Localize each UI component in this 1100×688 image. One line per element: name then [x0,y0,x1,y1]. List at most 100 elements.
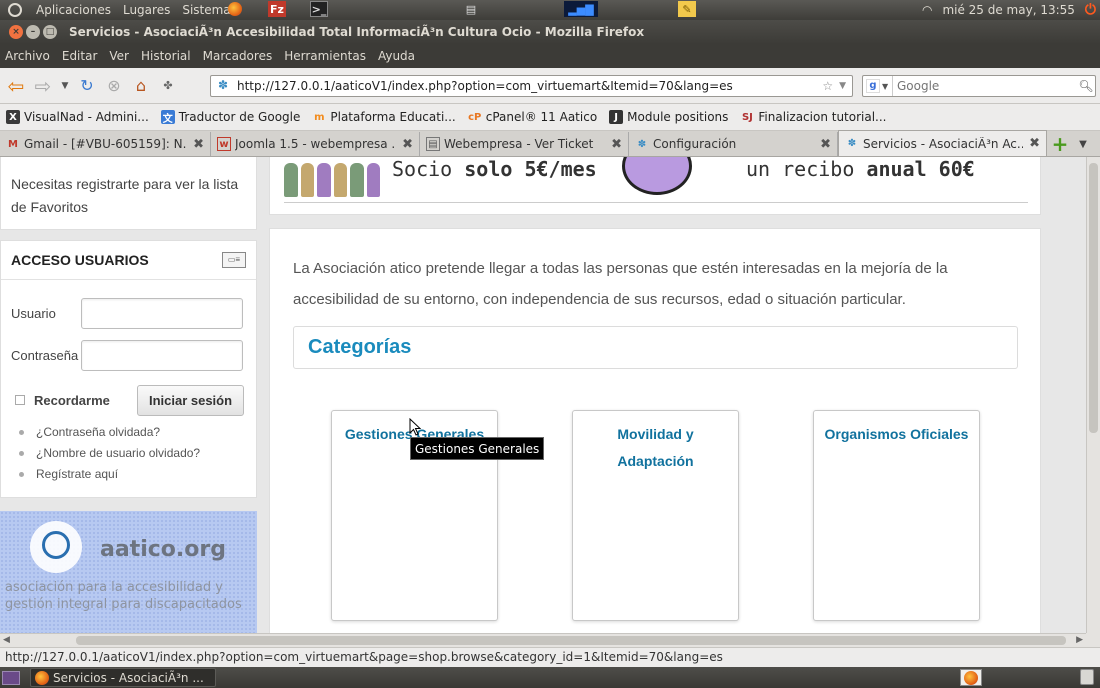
bullet-icon [19,430,24,435]
login-title: ACCESO USUARIOS [11,252,149,268]
show-desktop-icon[interactable] [2,670,20,685]
tab-strip: M Gmail - [#VBU-605159]: N... ✖ w Joomla… [0,130,1100,157]
bookmark-label: VisualNad - Admini... [24,110,149,124]
page-viewport[interactable]: Necesitas registrarte para ver la lista … [0,157,1086,633]
stop-icon[interactable]: ⊗ [103,75,125,97]
url-bar[interactable]: ✽ http://127.0.0.1/aaticoV1/index.php?op… [210,75,853,97]
bookmark-label: Traductor de Google [178,110,301,124]
url-dropdown-icon[interactable]: ▼ [839,81,846,91]
menu-editar[interactable]: Editar [62,49,98,63]
firefox-launcher-icon[interactable] [226,1,244,17]
trash-icon[interactable] [1080,669,1094,685]
bookmark-finalizacion[interactable]: SJ Finalizacion tutorial... [740,110,887,124]
terminal-launcher-icon[interactable]: >_ [310,1,328,17]
password-field[interactable] [81,339,243,371]
vertical-scroll-thumb[interactable] [1089,163,1098,433]
window-titlebar[interactable]: × – □ Servicios - AsociaciÃ³n Accesibili… [0,20,1100,44]
horizontal-scrollbar[interactable]: ◀ ▶ [0,633,1086,647]
menu-historial[interactable]: Historial [141,49,191,63]
login-button[interactable]: Iniciar sesión [137,384,244,416]
minimize-window-icon[interactable]: – [26,25,40,39]
vertical-scrollbar[interactable] [1086,157,1100,633]
mascot-illustration [622,157,692,195]
password-row: Contraseña [1,334,256,376]
search-bar[interactable]: g ▼ 🔍︎ [862,75,1096,97]
close-tab-icon[interactable]: ✖ [193,137,204,152]
filezilla-launcher-icon[interactable]: Fz [268,1,286,17]
reload-icon[interactable]: ↻ [76,75,98,97]
category-card-organismos[interactable]: Organismos Oficiales [813,410,980,621]
main-content: La Asociación atico pretende llegar a to… [269,228,1041,633]
bookmark-traductor[interactable]: 文 Traductor de Google [160,110,301,125]
bookmark-cpanel[interactable]: cP cPanel® 11 Aatico [468,110,597,124]
menu-marcadores[interactable]: Marcadores [203,49,273,63]
tab-servicios[interactable]: ✽ Servicios - AsociaciÃ³n Ac... ✖ [838,130,1047,156]
aatico-banner[interactable]: aatico.org asociación para la accesibili… [0,511,257,633]
menu-aplicaciones[interactable]: Aplicaciones [36,3,111,17]
menu-lugares[interactable]: Lugares [123,3,170,17]
bookmark-module-positions[interactable]: J Module positions [609,110,728,124]
google-icon: g [866,79,880,93]
ubuntu-logo-icon[interactable] [8,3,22,17]
site-icon: ✽ [847,138,857,149]
bookmark-visualnad[interactable]: X VisualNad - Admini... [6,110,149,124]
menu-ayuda[interactable]: Ayuda [378,49,415,63]
history-dropdown-icon[interactable]: ▼ [59,75,71,97]
menu-archivo[interactable]: Archivo [5,49,50,63]
forward-arrow-icon[interactable]: ⇨ [32,74,54,98]
category-card-movilidad[interactable]: Movilidad y Adaptación [572,410,739,621]
window-controls: × – □ [0,25,57,39]
power-icon[interactable]: ⏻ [1085,2,1096,18]
scroll-right-arrow-icon[interactable]: ▶ [1076,635,1083,645]
tab-gmail[interactable]: M Gmail - [#VBU-605159]: N... ✖ [0,132,211,156]
maximize-window-icon[interactable]: □ [43,25,57,39]
menu-herramientas[interactable]: Herramientas [284,49,366,63]
magnifier-icon[interactable]: 🔍︎ [1077,79,1095,93]
bookmark-plataforma[interactable]: m Plataforma Educati... [312,110,456,124]
window-title: Servicios - AsociaciÃ³n Accesibilidad To… [69,25,645,39]
close-tab-icon[interactable]: ✖ [820,137,831,152]
category-link-movilidad[interactable]: Movilidad y Adaptación [601,421,711,475]
tab-configuracion[interactable]: ✽ Configuración ✖ [629,132,838,156]
panel-clock[interactable]: mié 25 de may, 13:55 [942,3,1074,17]
tab-list-dropdown-icon[interactable]: ▼ [1073,132,1093,156]
workspace-switcher-icon[interactable] [960,669,982,686]
panel-tray: ◠ mié 25 de may, 13:55 ⏻ [922,0,1096,20]
network-applet-icon[interactable]: ▤ [462,1,480,17]
tab-webempresa[interactable]: ▤ Webempresa - Ver Ticket ✖ [420,132,629,156]
close-tab-icon[interactable]: ✖ [1029,136,1040,151]
bookmark-star-icon[interactable]: ☆ [822,79,833,93]
link-text[interactable]: ¿Nombre de usuario olvidado? [36,443,200,464]
horizontal-scroll-thumb[interactable] [76,636,1066,645]
forgot-password-link[interactable]: ¿Contraseña olvidada? [19,422,256,443]
taskbar-firefox-window[interactable]: Servicios - AsociaciÃ³n ... [30,668,216,687]
close-tab-icon[interactable]: ✖ [402,137,413,152]
notes-applet-icon[interactable]: ✎ [678,1,696,17]
search-engine-selector[interactable]: g ▼ [863,76,893,96]
link-text[interactable]: ¿Contraseña olvidada? [36,422,160,443]
banner-brand: aatico.org [100,537,226,562]
tab-label: Joomla 1.5 - webempresa ... [235,137,397,151]
link-text[interactable]: Regístrate aquí [36,464,118,485]
menu-ver[interactable]: Ver [109,49,129,63]
scroll-left-arrow-icon[interactable]: ◀ [3,635,10,645]
category-link-organismos[interactable]: Organismos Oficiales [825,421,969,448]
remember-checkbox[interactable] [15,395,25,405]
site-identity-icon[interactable]: ✤ [157,75,179,97]
url-text[interactable]: http://127.0.0.1/aaticoV1/index.php?opti… [237,79,822,93]
system-monitor-icon[interactable]: ▂▅▇ [564,1,598,17]
close-window-icon[interactable]: × [9,25,23,39]
close-tab-icon[interactable]: ✖ [611,137,622,152]
search-input[interactable] [893,79,1077,93]
username-field[interactable] [81,297,243,329]
tab-label: Servicios - AsociaciÃ³n Ac... [863,136,1024,151]
back-arrow-icon[interactable]: ⇦ [5,74,27,98]
wifi-icon[interactable]: ◠ [922,3,932,17]
new-tab-plus-icon[interactable]: + [1047,132,1073,156]
home-icon[interactable]: ⌂ [130,75,152,97]
menu-sistema[interactable]: Sistema [182,3,230,17]
forgot-username-link[interactable]: ¿Nombre de usuario olvidado? [19,443,256,464]
username-label: Usuario [11,305,56,321]
register-link[interactable]: Regístrate aquí [19,464,256,485]
tab-joomla[interactable]: w Joomla 1.5 - webempresa ... ✖ [211,132,420,156]
